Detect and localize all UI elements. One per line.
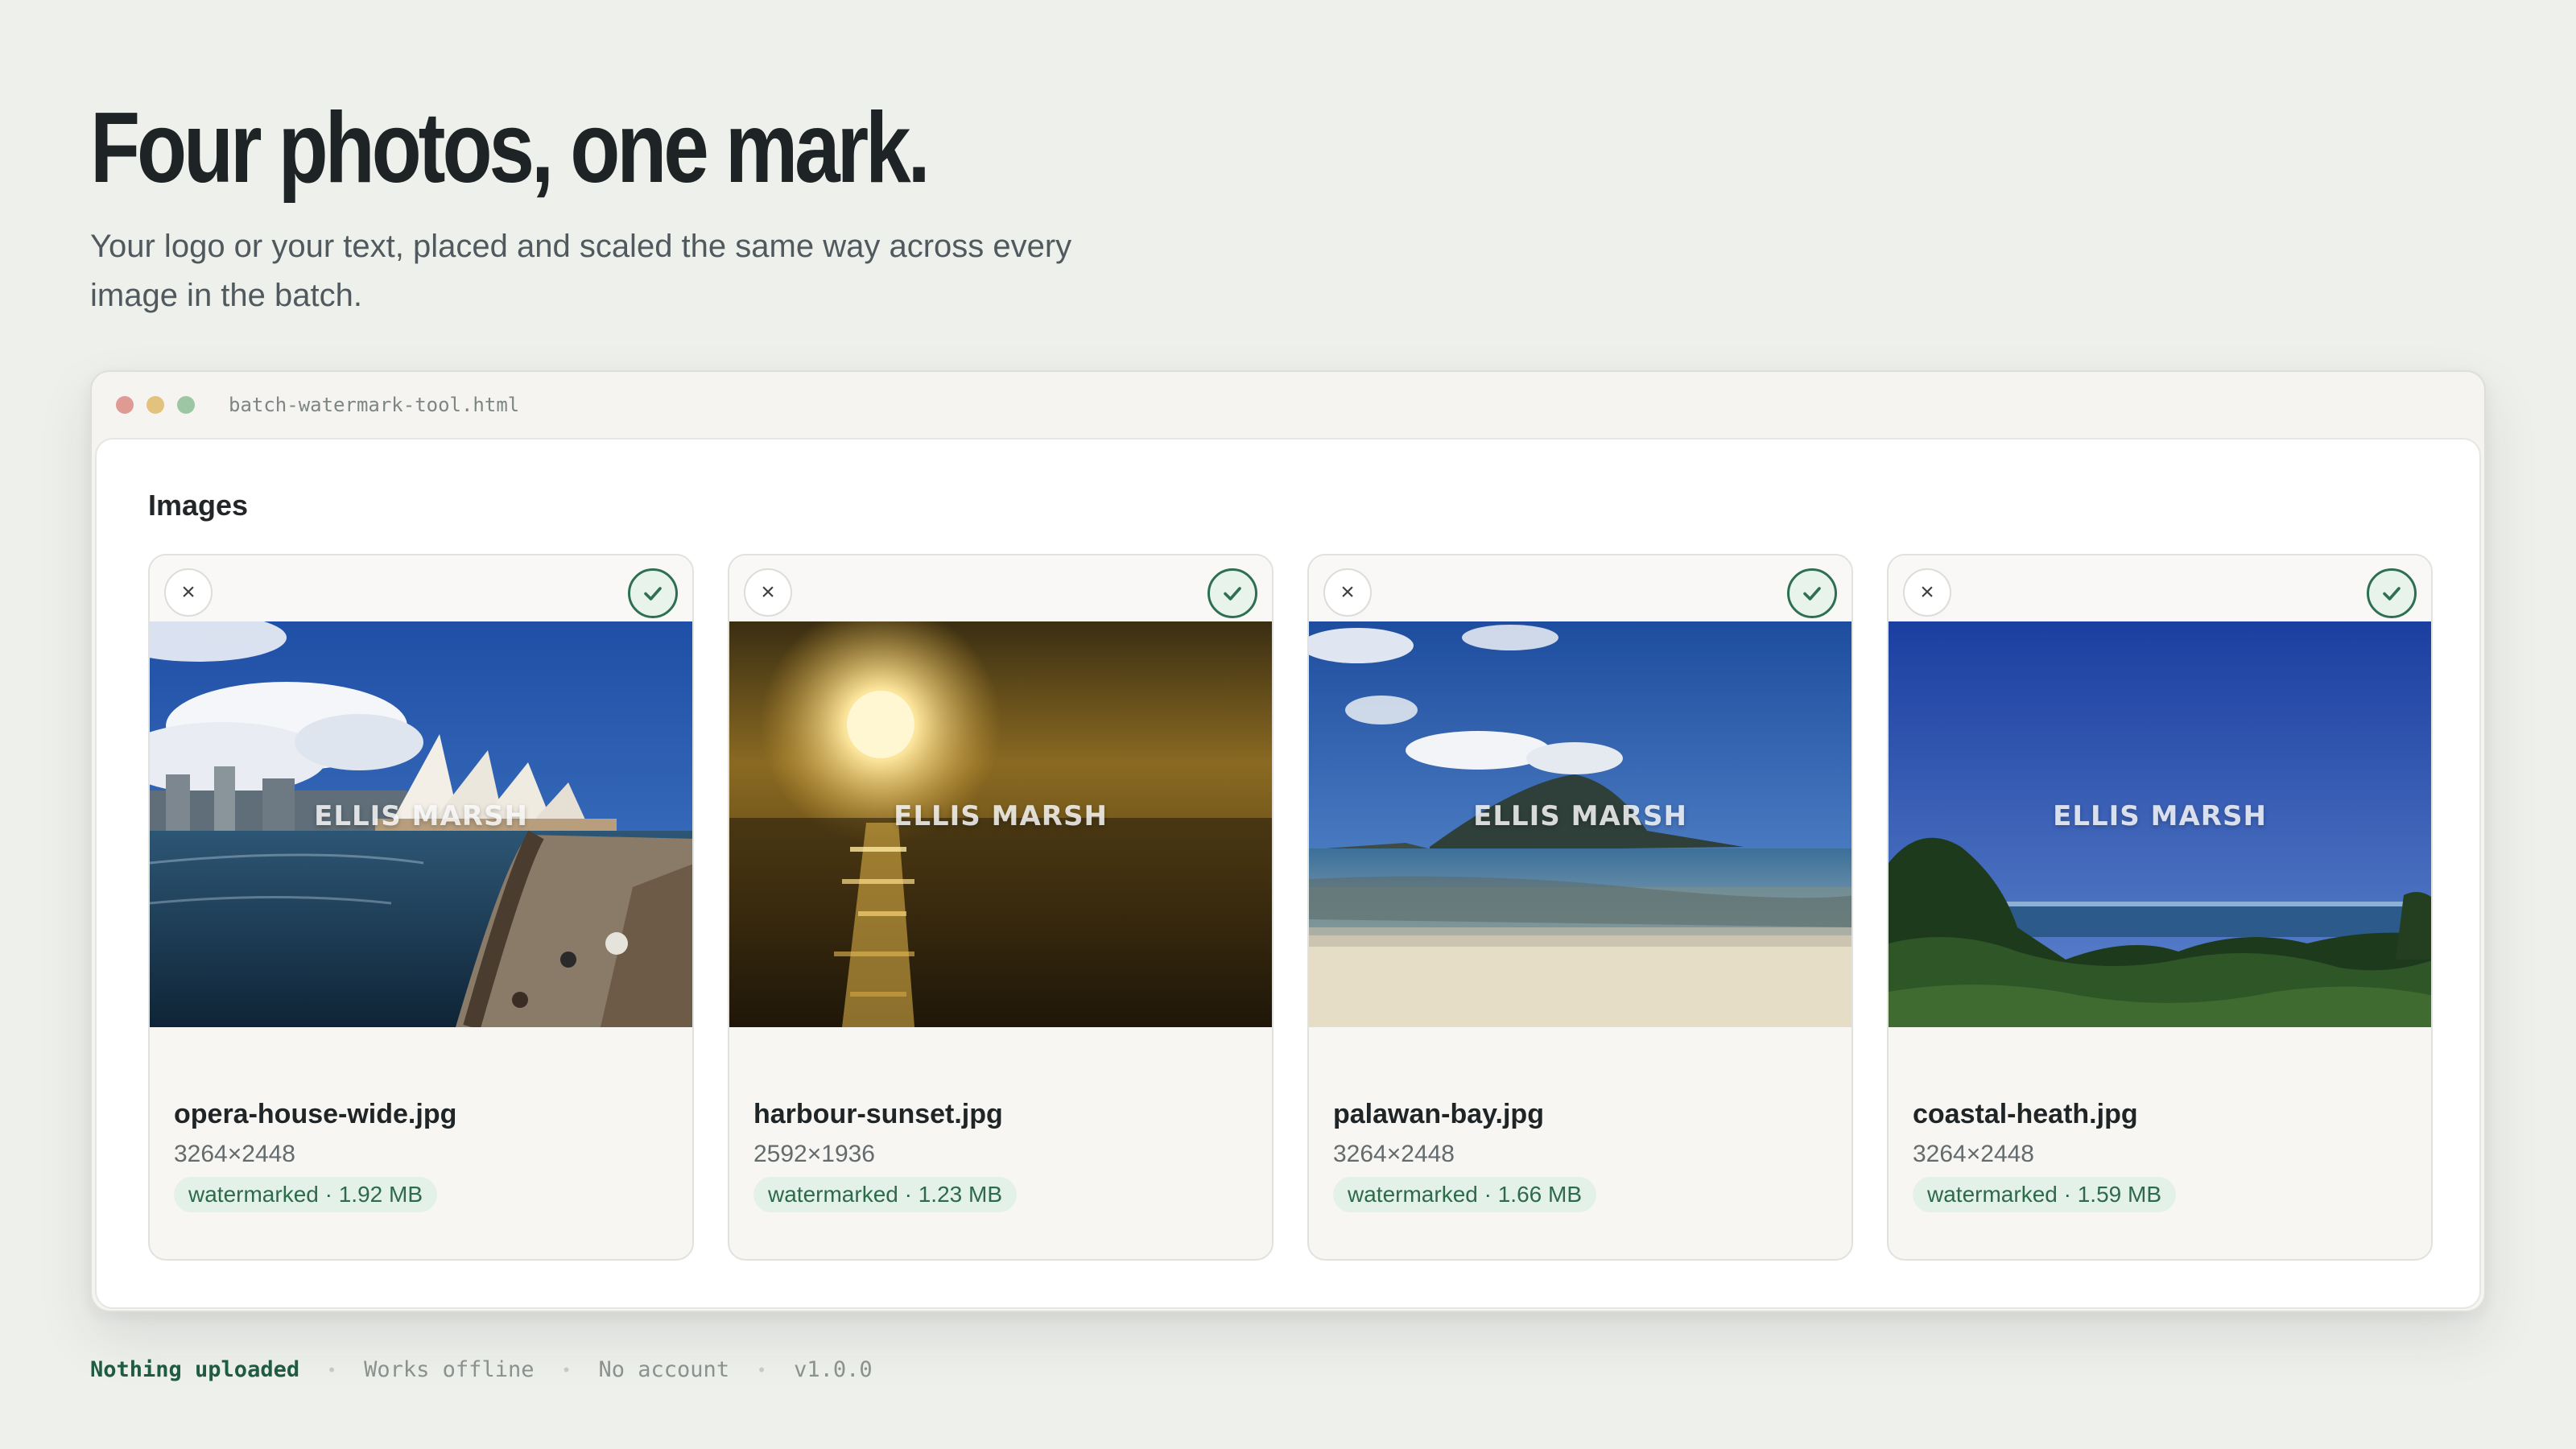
status-badge: watermarked · 1.59 MB (1913, 1177, 2176, 1212)
section-title: Images (148, 489, 249, 522)
images-panel: Images × ELLIS MARSH opera-house-wide.jp… (95, 438, 2481, 1309)
file-name: palawan-bay.jpg (1333, 1099, 1544, 1129)
file-name: opera-house-wide.jpg (174, 1099, 457, 1129)
image-dimensions: 3264×2448 (1913, 1141, 2034, 1167)
close-icon: × (181, 579, 196, 605)
image-grid: × ELLIS MARSH opera-house-wide.jpg 3264×… (148, 554, 2433, 1261)
close-icon: × (761, 579, 775, 605)
page-title: Four photos, one mark. (90, 93, 931, 204)
app-window: batch-watermark-tool.html Images × ELLIS… (90, 370, 2486, 1312)
status-badge: watermarked · 1.66 MB (1333, 1177, 1596, 1212)
watermark-label: ELLIS MARSH (314, 800, 528, 832)
card-info: palawan-bay.jpg 3264×2448 watermarked · … (1309, 1096, 1852, 1212)
footer-separator: • (327, 1360, 337, 1380)
card-header: × (1309, 555, 1852, 621)
close-icon: × (1340, 579, 1355, 605)
close-icon: × (1920, 579, 1934, 605)
check-icon (628, 568, 678, 618)
card-info: harbour-sunset.jpg 2592×1936 watermarked… (729, 1096, 1272, 1212)
image-dimensions: 3264×2448 (1333, 1141, 1455, 1167)
file-name: coastal-heath.jpg (1913, 1099, 2138, 1129)
image-thumbnail: ELLIS MARSH (1309, 621, 1852, 1027)
watermark-label: ELLIS MARSH (2053, 800, 2267, 832)
image-card[interactable]: × (728, 554, 1274, 1261)
window-minimize-dot[interactable] (147, 396, 164, 414)
image-dimensions: 2592×1936 (753, 1141, 875, 1167)
footer-separator: • (757, 1360, 767, 1380)
footer-account: No account (598, 1357, 730, 1382)
status-badge: watermarked · 1.92 MB (174, 1177, 437, 1212)
footer-offline: Works offline (364, 1357, 535, 1382)
card-info: opera-house-wide.jpg 3264×2448 watermark… (150, 1096, 692, 1212)
remove-image-button[interactable]: × (164, 568, 213, 617)
page-subtitle: Your logo or your text, placed and scale… (90, 229, 1072, 313)
remove-image-button[interactable]: × (744, 568, 792, 617)
footer-separator: • (561, 1360, 572, 1380)
window-maximize-dot[interactable] (177, 396, 195, 414)
window-file-name: batch-watermark-tool.html (229, 394, 520, 416)
watermark-label: ELLIS MARSH (1473, 800, 1687, 832)
card-header: × (729, 555, 1272, 621)
card-header: × (150, 555, 692, 621)
image-thumbnail: ELLIS MARSH (150, 621, 692, 1027)
image-card[interactable]: × (1307, 554, 1853, 1261)
remove-image-button[interactable]: × (1903, 568, 1951, 617)
footer-version: v1.0.0 (794, 1357, 873, 1382)
file-name: harbour-sunset.jpg (753, 1099, 1003, 1129)
image-card[interactable]: × (1887, 554, 2433, 1261)
status-badge: watermarked · 1.23 MB (753, 1177, 1017, 1212)
card-header: × (1889, 555, 2431, 621)
image-card[interactable]: × (148, 554, 694, 1261)
check-icon (2367, 568, 2417, 618)
check-icon (1208, 568, 1257, 618)
check-icon (1787, 568, 1837, 618)
image-dimensions: 3264×2448 (174, 1141, 295, 1167)
window-titlebar: batch-watermark-tool.html (92, 372, 2484, 436)
image-thumbnail: ELLIS MARSH (729, 621, 1272, 1027)
card-info: coastal-heath.jpg 3264×2448 watermarked … (1889, 1096, 2431, 1212)
hero: Four photos, one mark. Your logo or your… (90, 90, 1298, 320)
watermark-label: ELLIS MARSH (894, 800, 1108, 832)
footer: Nothing uploaded • Works offline • No ac… (90, 1356, 873, 1385)
footer-privacy: Nothing uploaded (90, 1357, 300, 1382)
remove-image-button[interactable]: × (1323, 568, 1372, 617)
window-close-dot[interactable] (116, 396, 134, 414)
image-thumbnail: ELLIS MARSH (1889, 621, 2431, 1027)
